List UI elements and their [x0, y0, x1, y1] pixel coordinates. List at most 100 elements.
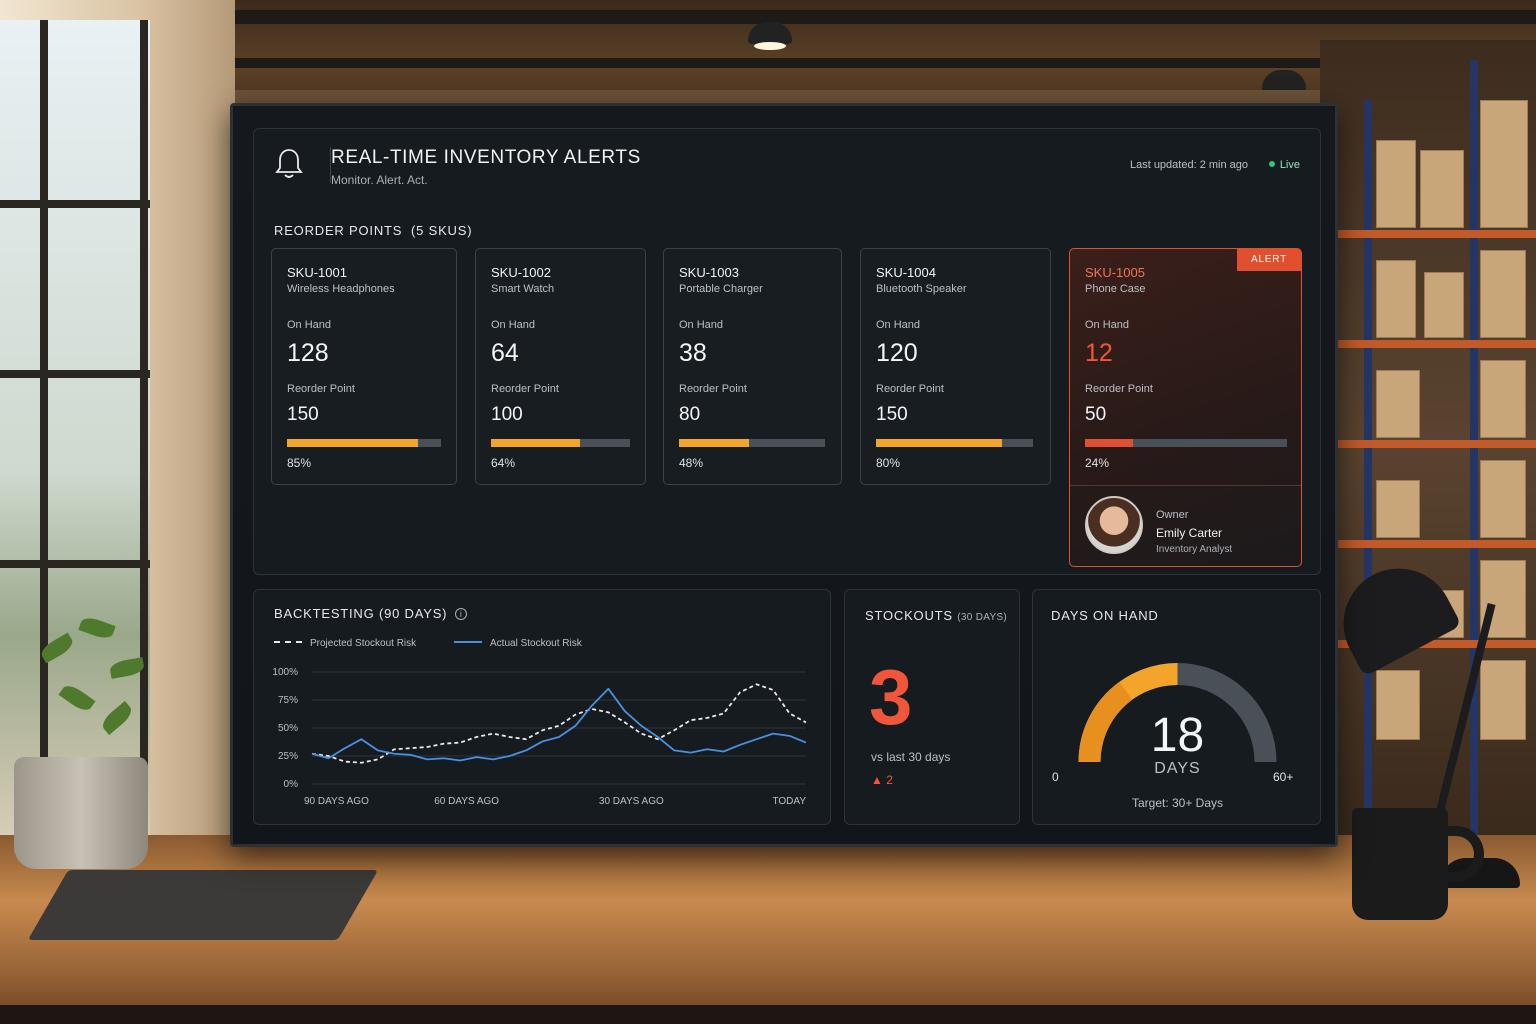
stockouts-period: (30 DAYS) [957, 612, 1008, 623]
window-frame [0, 200, 150, 208]
last-updated-text: Last updated: 2 min ago [1129, 159, 1248, 171]
reorder-point-label: Reorder Point [287, 383, 355, 395]
reorder-point-label: Reorder Point [1085, 383, 1153, 395]
bell-icon[interactable] [274, 147, 304, 181]
legend-label: Actual Stockout Risk [490, 638, 582, 649]
stock-progress-bar [287, 439, 441, 447]
reorder-point-value: 50 [1085, 404, 1107, 425]
warehouse-shelving [1320, 40, 1536, 840]
stockouts-panel: STOCKOUTS (30 DAYS) 3 vs last 30 days ▲ … [844, 589, 1020, 825]
legend-item-actual: Actual Stockout Risk [454, 638, 582, 649]
sku-id: SKU-1004 [876, 265, 936, 280]
days-on-hand-value: 18 [1150, 709, 1205, 762]
stock-progress-fill [679, 439, 750, 447]
reorder-point-value: 150 [287, 404, 319, 425]
solid-line-swatch-icon [454, 641, 482, 643]
window-frame [140, 20, 148, 840]
y-tick-label: 0% [284, 779, 299, 790]
x-tick-label: 90 DAYS AGO [304, 796, 369, 807]
owner-role: Inventory Analyst [1156, 544, 1233, 555]
sku-name: Portable Charger [679, 283, 763, 295]
desk-edge [0, 1005, 1536, 1024]
stockouts-title: STOCKOUTS [865, 608, 953, 623]
on-hand-value: 38 [679, 339, 707, 367]
alert-badge: ALERT [1237, 249, 1301, 271]
stock-percent: 85% [287, 456, 312, 470]
monitor: REAL-TIME INVENTORY ALERTS Monitor. Aler… [230, 103, 1338, 847]
stock-percent: 24% [1085, 456, 1110, 470]
plant-pot [14, 757, 148, 869]
backtesting-line-chart: 0% 25% 50% 75% 100% 90 DAYS AGO 60 DAYS AGO 30 … [272, 667, 807, 807]
sku-name: Smart Watch [491, 283, 555, 295]
reorder-point-label: Reorder Point [876, 383, 944, 395]
reorder-section-title: REORDER POINTS (5 SKUS) [274, 223, 472, 238]
triangle-up-icon: ▲ [871, 773, 883, 787]
live-dot-icon [1268, 161, 1275, 167]
x-tick-label: 60 DAYS AGO [434, 796, 499, 807]
on-hand-value: 64 [491, 339, 519, 367]
sku-name: Phone Case [1085, 283, 1146, 295]
page-title: REAL-TIME INVENTORY ALERTS [331, 147, 641, 168]
dashed-line-swatch-icon [274, 641, 302, 643]
x-tick-label: 30 DAYS AGO [599, 796, 664, 807]
legend-label: Projected Stockout Risk [310, 638, 417, 649]
sku-id: SKU-1002 [491, 265, 551, 280]
info-icon[interactable]: i [455, 608, 468, 620]
on-hand-label: On Hand [287, 319, 332, 331]
x-tick-label: TODAY [772, 796, 806, 807]
stock-progress-fill [491, 439, 580, 447]
backtesting-title-row: BACKTESTING (90 DAYS) i [274, 606, 468, 621]
dashboard-screen: REAL-TIME INVENTORY ALERTS Monitor. Aler… [233, 106, 1335, 844]
sku-card[interactable]: SKU-1003 Portable Charger On Hand 38 Reo… [663, 248, 842, 485]
y-tick-label: 50% [278, 723, 298, 734]
owner-name[interactable]: Emily Carter [1156, 526, 1222, 540]
sku-name: Wireless Headphones [287, 283, 395, 295]
stock-progress-fill [1085, 439, 1134, 447]
reorder-point-label: Reorder Point [679, 383, 747, 395]
on-hand-value: 120 [876, 339, 918, 367]
backtesting-title: BACKTESTING (90 DAYS) [274, 606, 448, 621]
window-frame [40, 20, 48, 840]
days-on-hand-title: DAYS ON HAND [1051, 608, 1159, 623]
stock-progress-bar [876, 439, 1033, 447]
sku-name: Bluetooth Speaker [876, 283, 967, 295]
on-hand-label: On Hand [491, 319, 536, 331]
y-tick-label: 75% [278, 695, 298, 706]
on-hand-label: On Hand [876, 319, 921, 331]
on-hand-value: 12 [1085, 339, 1113, 367]
live-status: Live [1268, 159, 1300, 171]
window-frame [0, 370, 150, 378]
coffee-mug [1352, 808, 1448, 920]
avatar[interactable] [1085, 496, 1143, 554]
dashboard-header: REAL-TIME INVENTORY ALERTS Monitor. Aler… [253, 128, 1321, 200]
sku-card[interactable]: SKU-1002 Smart Watch On Hand 64 Reorder … [475, 248, 646, 485]
sku-id: SKU-1005 [1085, 265, 1145, 280]
live-label: Live [1279, 159, 1300, 171]
y-tick-label: 25% [278, 751, 298, 762]
sku-card[interactable]: SKU-1004 Bluetooth Speaker On Hand 120 R… [860, 248, 1051, 485]
reorder-point-value: 100 [491, 404, 523, 425]
days-on-hand-panel: DAYS ON HAND 18 DAYS 0 60+ Target: 30+ D… [1032, 589, 1321, 825]
stock-percent: 64% [491, 456, 516, 470]
owner-label: Owner [1156, 509, 1189, 521]
reorder-point-label: Reorder Point [491, 383, 559, 395]
stock-progress-bar [679, 439, 825, 447]
reorder-count: (5 SKUS) [411, 223, 473, 238]
stock-progress-fill [287, 439, 418, 447]
window-frame [0, 560, 150, 568]
stock-progress-bar [491, 439, 630, 447]
stock-progress-bar [1085, 439, 1287, 447]
gauge-min-label: 0 [1052, 770, 1059, 784]
stockouts-value: 3 [869, 653, 913, 741]
stockouts-delta-value: 2 [886, 773, 893, 787]
on-hand-value: 128 [287, 339, 329, 367]
legend-item-projected: Projected Stockout Risk [274, 638, 416, 649]
sku-card-alert[interactable]: ALERT SKU-1005 Phone Case On Hand 12 Reo… [1069, 248, 1302, 567]
backtesting-panel: BACKTESTING (90 DAYS) i Projected Stockou… [253, 589, 831, 825]
reorder-point-value: 80 [679, 404, 701, 425]
sku-card[interactable]: SKU-1001 Wireless Headphones On Hand 128… [271, 248, 457, 485]
projected-risk-line [311, 683, 807, 764]
gauge-max-label: 60+ [1273, 770, 1294, 784]
sku-id: SKU-1001 [287, 265, 347, 280]
notebook [27, 870, 379, 940]
